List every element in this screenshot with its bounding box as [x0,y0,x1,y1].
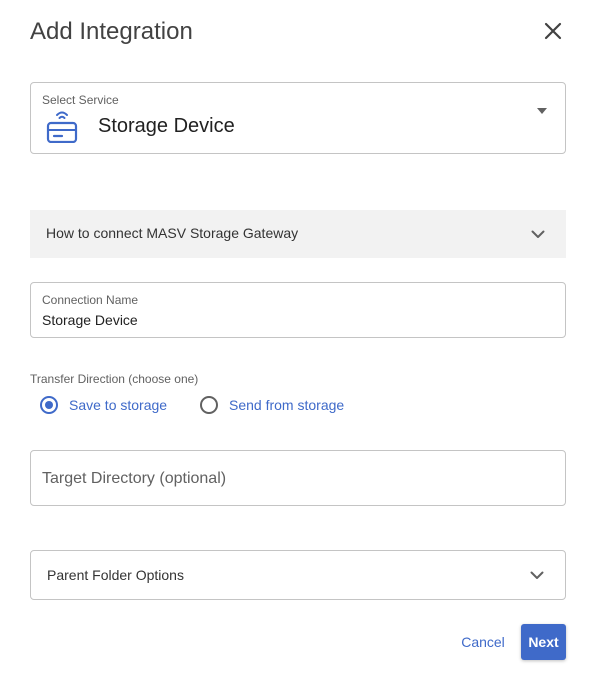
target-directory-field[interactable]: Target Directory (optional) [30,450,566,506]
radio-button-unchecked [200,396,218,414]
parent-folder-options-accordion[interactable]: Parent Folder Options [30,550,566,600]
close-button[interactable] [540,18,566,44]
dialog-title: Add Integration [30,18,193,45]
connection-name-field[interactable]: Connection Name Storage Device [30,282,566,338]
how-to-connect-label: How to connect MASV Storage Gateway [46,225,299,241]
select-service-label: Select Service [42,93,119,107]
close-icon [544,22,562,40]
parent-folder-options-label: Parent Folder Options [47,567,184,583]
select-service-dropdown[interactable]: Select Service Storage Device [30,82,566,154]
caret-down-icon [537,108,547,114]
connection-name-label: Connection Name [42,293,139,307]
cancel-button[interactable]: Cancel [452,624,514,660]
radio-button-checked [40,396,58,414]
select-service-value: Storage Device [98,115,235,137]
chevron-down-icon [530,571,544,579]
radio-save-to-storage-label: Save to storage [69,397,168,413]
radio-save-to-storage[interactable]: Save to storage [40,396,167,414]
target-directory-placeholder: Target Directory (optional) [42,470,227,487]
chevron-down-icon [531,230,545,238]
radio-send-from-storage[interactable]: Send from storage [200,396,344,414]
next-button[interactable]: Next [521,624,566,660]
how-to-connect-accordion[interactable]: How to connect MASV Storage Gateway [30,210,566,258]
storage-device-icon [46,111,78,143]
radio-send-from-storage-label: Send from storage [229,397,345,413]
transfer-direction-label: Transfer Direction (choose one) [30,372,199,386]
connection-name-value: Storage Device [42,312,138,328]
